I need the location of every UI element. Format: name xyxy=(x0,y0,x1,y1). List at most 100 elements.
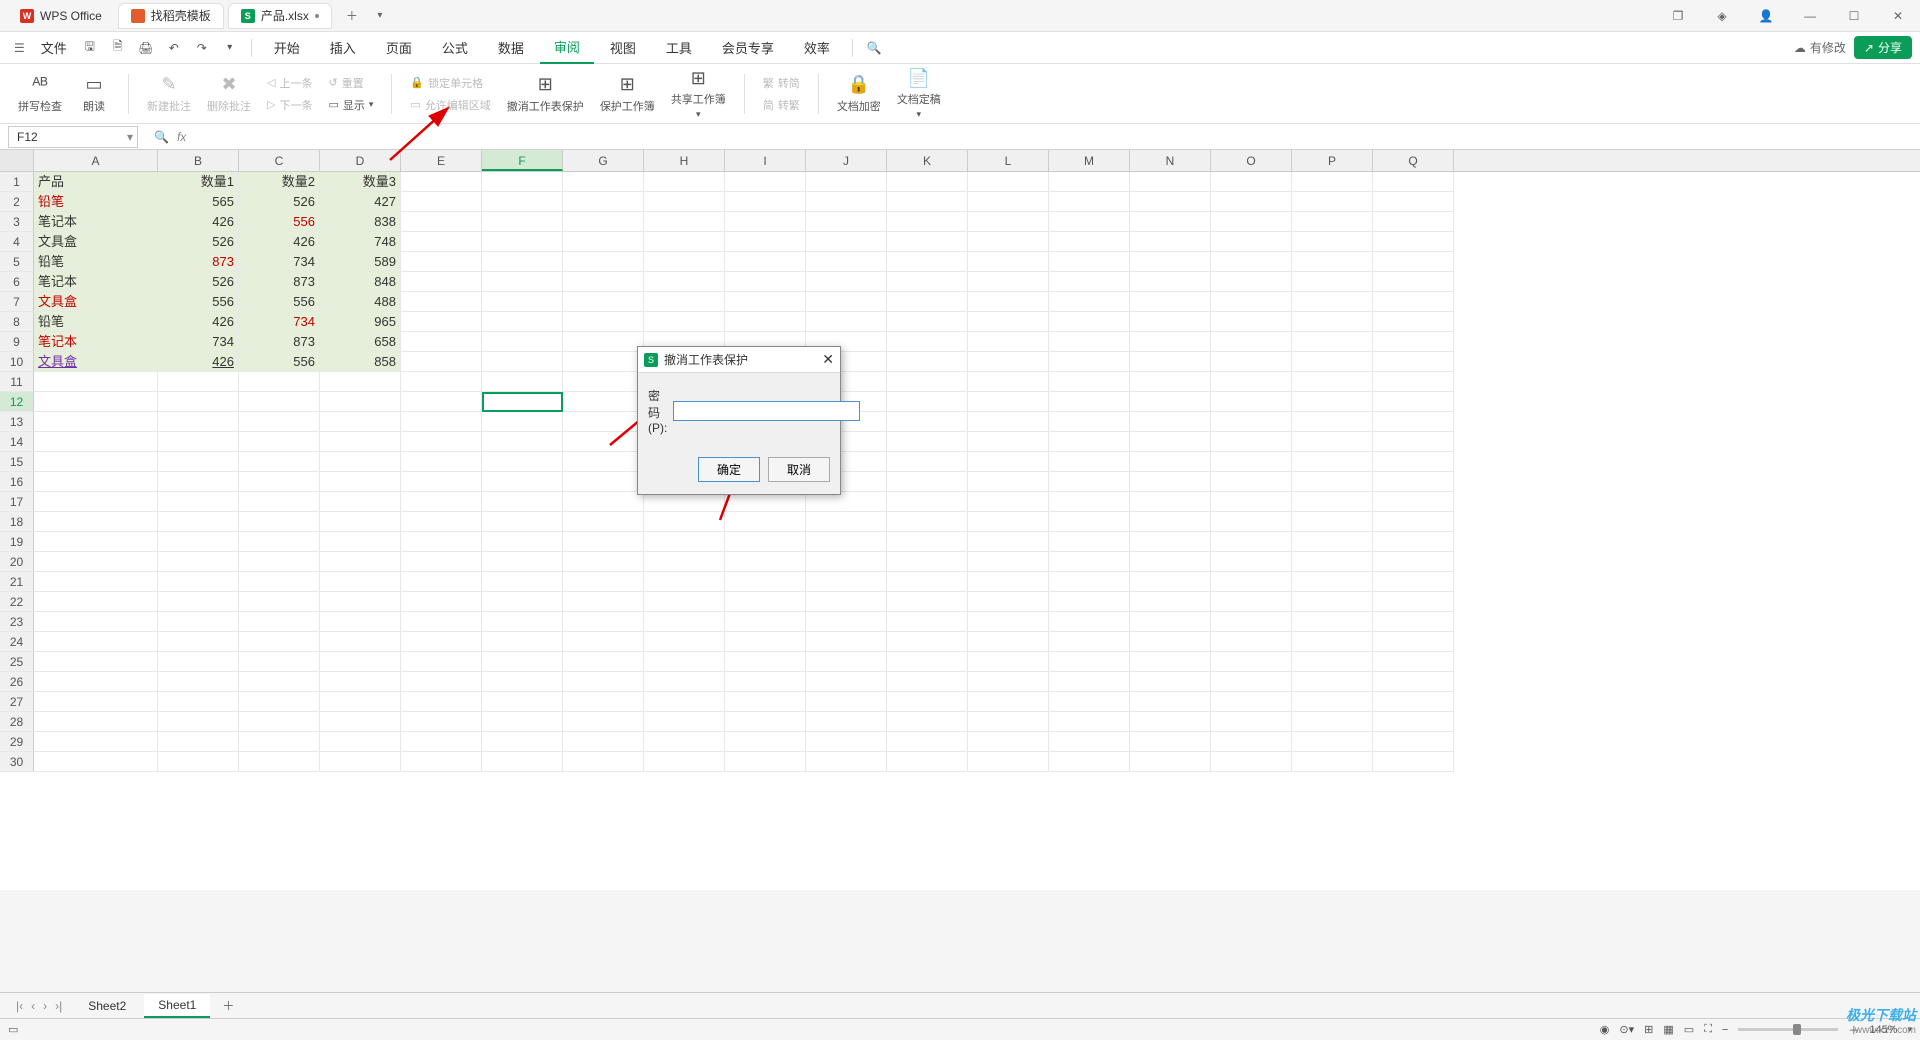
row-header[interactable]: 30 xyxy=(0,752,34,772)
cell[interactable] xyxy=(1211,652,1292,672)
cell[interactable] xyxy=(887,732,968,752)
menu-tab-insert[interactable]: 插入 xyxy=(316,32,370,64)
cell[interactable] xyxy=(725,172,806,192)
cell[interactable] xyxy=(725,672,806,692)
row-header[interactable]: 27 xyxy=(0,692,34,712)
cell[interactable] xyxy=(1292,352,1373,372)
zoom-out-button[interactable]: − xyxy=(1722,1024,1728,1036)
cell[interactable] xyxy=(644,732,725,752)
qat-dropdown-icon[interactable]: ▾ xyxy=(217,35,243,61)
cell[interactable] xyxy=(725,512,806,532)
cell[interactable] xyxy=(563,712,644,732)
cell[interactable] xyxy=(968,672,1049,692)
cell[interactable] xyxy=(401,492,482,512)
cell[interactable] xyxy=(1130,692,1211,712)
cell[interactable] xyxy=(806,492,887,512)
cell[interactable] xyxy=(1130,332,1211,352)
cell[interactable] xyxy=(644,752,725,772)
cell[interactable] xyxy=(1049,752,1130,772)
cell[interactable] xyxy=(725,232,806,252)
cell[interactable] xyxy=(320,692,401,712)
cell[interactable] xyxy=(887,512,968,532)
cell[interactable] xyxy=(401,612,482,632)
cell[interactable] xyxy=(482,752,563,772)
cell[interactable]: 556 xyxy=(239,212,320,232)
cell[interactable] xyxy=(482,632,563,652)
cell[interactable]: 笔记本 xyxy=(34,212,158,232)
settings-icon[interactable]: ⊙▾ xyxy=(1619,1023,1634,1036)
cell[interactable]: 数量2 xyxy=(239,172,320,192)
cell[interactable] xyxy=(1211,432,1292,452)
cell[interactable] xyxy=(158,712,239,732)
cell[interactable] xyxy=(158,432,239,452)
cell[interactable] xyxy=(158,392,239,412)
cell[interactable] xyxy=(968,312,1049,332)
cell[interactable] xyxy=(482,172,563,192)
row-header[interactable]: 29 xyxy=(0,732,34,752)
cell[interactable] xyxy=(887,412,968,432)
column-header[interactable]: O xyxy=(1211,150,1292,171)
cell[interactable] xyxy=(644,692,725,712)
cell[interactable] xyxy=(1292,292,1373,312)
cell[interactable] xyxy=(1211,292,1292,312)
cell[interactable]: 铅笔 xyxy=(34,252,158,272)
cell[interactable] xyxy=(239,492,320,512)
cell[interactable] xyxy=(563,252,644,272)
cell[interactable] xyxy=(320,592,401,612)
cell[interactable] xyxy=(644,492,725,512)
cell[interactable] xyxy=(725,492,806,512)
cell[interactable]: 526 xyxy=(158,272,239,292)
cell[interactable] xyxy=(563,272,644,292)
cell[interactable] xyxy=(34,472,158,492)
cell[interactable] xyxy=(158,552,239,572)
cell[interactable] xyxy=(1292,672,1373,692)
cell[interactable]: 565 xyxy=(158,192,239,212)
cell[interactable]: 笔记本 xyxy=(34,332,158,352)
cell[interactable] xyxy=(320,652,401,672)
cell[interactable] xyxy=(34,532,158,552)
add-sheet-button[interactable]: ＋ xyxy=(214,997,242,1014)
cell[interactable] xyxy=(968,572,1049,592)
cancel-button[interactable]: 取消 xyxy=(768,457,830,482)
cell[interactable]: 文具盒 xyxy=(34,352,158,372)
cell[interactable] xyxy=(887,472,968,492)
cell[interactable] xyxy=(34,372,158,392)
cell[interactable]: 526 xyxy=(158,232,239,252)
row-header[interactable]: 26 xyxy=(0,672,34,692)
cell[interactable] xyxy=(1292,592,1373,612)
cell[interactable] xyxy=(563,752,644,772)
view-custom-icon[interactable]: ▭ xyxy=(1684,1023,1694,1036)
cell[interactable] xyxy=(806,732,887,752)
cell[interactable] xyxy=(1049,352,1130,372)
cell[interactable] xyxy=(239,432,320,452)
cell[interactable] xyxy=(320,732,401,752)
cell[interactable] xyxy=(320,712,401,732)
cell[interactable] xyxy=(887,352,968,372)
cell[interactable] xyxy=(1130,652,1211,672)
tab-menu-button[interactable]: ▾ xyxy=(368,4,392,28)
cell[interactable] xyxy=(320,452,401,472)
cell[interactable] xyxy=(1130,252,1211,272)
cell[interactable] xyxy=(1130,712,1211,732)
cell[interactable] xyxy=(806,232,887,252)
cell[interactable] xyxy=(725,712,806,732)
cell[interactable] xyxy=(1292,392,1373,412)
cell[interactable] xyxy=(1211,672,1292,692)
cell[interactable] xyxy=(401,292,482,312)
cell[interactable] xyxy=(1130,472,1211,492)
cell[interactable]: 873 xyxy=(239,272,320,292)
row-header[interactable]: 21 xyxy=(0,572,34,592)
name-box[interactable]: F12 ▾ xyxy=(8,126,138,148)
cell[interactable] xyxy=(1292,332,1373,352)
cell[interactable] xyxy=(968,212,1049,232)
cell[interactable] xyxy=(644,572,725,592)
cell[interactable] xyxy=(1373,672,1454,692)
cell[interactable] xyxy=(1292,272,1373,292)
cell[interactable] xyxy=(34,612,158,632)
cell[interactable] xyxy=(482,532,563,552)
cell[interactable] xyxy=(806,252,887,272)
cell[interactable] xyxy=(1211,552,1292,572)
cell[interactable] xyxy=(1373,512,1454,532)
unprotect-sheet-button[interactable]: ⊞撤消工作表保护 xyxy=(501,72,590,116)
cell[interactable] xyxy=(1373,532,1454,552)
